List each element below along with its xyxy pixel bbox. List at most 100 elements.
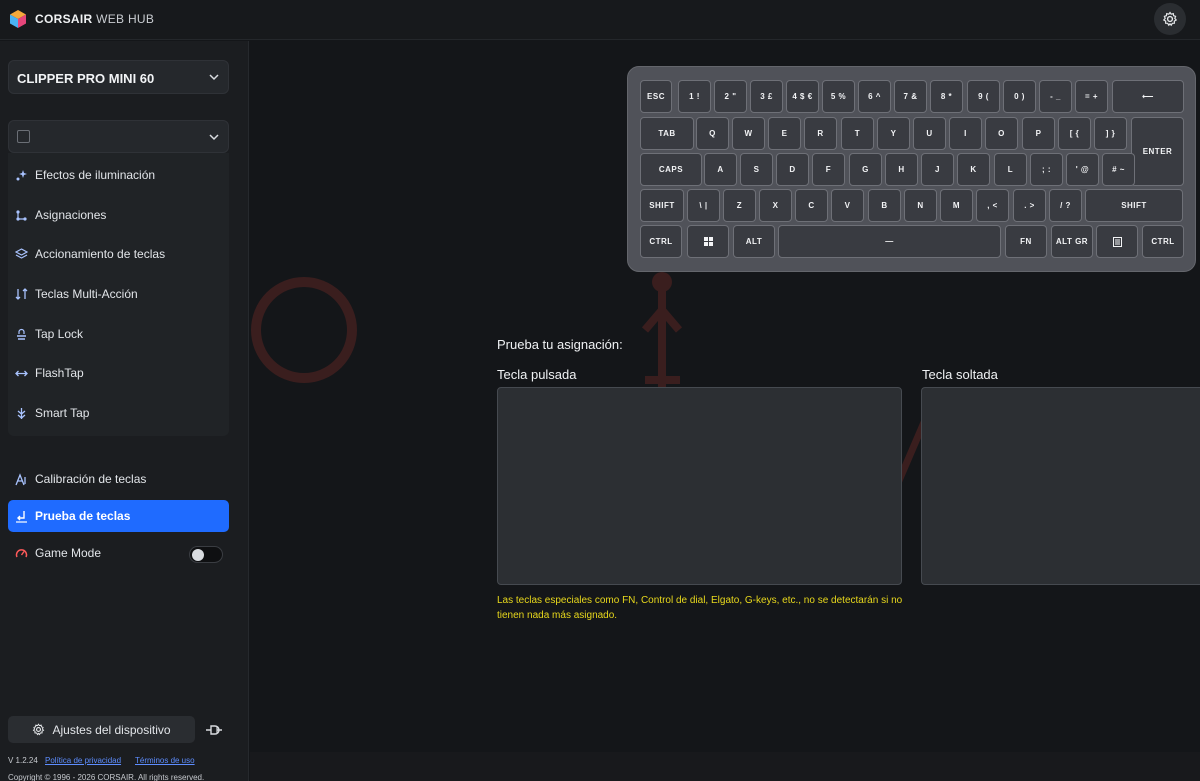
key-j: J	[921, 153, 954, 186]
device-settings-button[interactable]: Ajustes del dispositivo	[8, 716, 195, 743]
menu-item-lighting-effects[interactable]: Efectos de iluminación	[8, 157, 229, 193]
settings-button[interactable]	[1154, 3, 1186, 35]
version-text: V 1.2.24	[8, 756, 38, 765]
key-t: T	[841, 117, 874, 150]
key-esc: ESC	[640, 80, 672, 113]
profile-selector[interactable]	[8, 120, 229, 153]
smart-tap-icon	[17, 407, 26, 419]
key-symbol: - _	[1039, 80, 1072, 113]
key-f: F	[812, 153, 845, 186]
released-key-panel	[921, 387, 1200, 585]
key-symbol: [ {	[1058, 117, 1091, 150]
key-tab: TAB	[640, 117, 694, 150]
menu-item-key-calibration[interactable]: Calibración de teclas	[8, 462, 229, 496]
windows-icon	[703, 237, 713, 246]
key-x: X	[759, 189, 792, 222]
multi-arrow-icon	[15, 287, 28, 300]
privacy-policy-link[interactable]: Política de privacidad	[45, 756, 121, 765]
sidebar: CLIPPER PRO MINI 60 Efectos de iluminaci…	[0, 41, 249, 781]
key-y: Y	[877, 117, 910, 150]
profile-color-swatch	[17, 130, 30, 143]
menu-item-tap-lock[interactable]: Tap Lock	[8, 316, 229, 352]
menu-item-key-actuation[interactable]: Accionamiento de teclas	[8, 236, 229, 272]
key-symbol: / ?	[1049, 189, 1082, 222]
key-7: 7 &	[894, 80, 927, 113]
top-bar: CORSAIR WEB HUB	[0, 0, 1200, 40]
menu-item-smart-tap[interactable]: Smart Tap	[8, 395, 229, 431]
menu-item-multi-action-keys[interactable]: Teclas Multi-Acción	[8, 276, 229, 312]
key-6: 6 ^	[858, 80, 891, 113]
key-alt-gr: ALT GR	[1051, 225, 1093, 258]
key-5: 5 %	[822, 80, 855, 113]
key-p: P	[1022, 117, 1055, 150]
key-symbol: , <	[976, 189, 1009, 222]
key-0: 0 )	[1003, 80, 1036, 113]
connection-plug-icon[interactable]	[204, 722, 224, 738]
key-test-icon	[16, 510, 27, 523]
key-windows	[687, 225, 729, 258]
key-8: 8 *	[930, 80, 963, 113]
gauge-icon	[15, 548, 28, 557]
key-i: I	[949, 117, 982, 150]
key-fn: FN	[1005, 225, 1047, 258]
corsair-logo-icon	[10, 10, 26, 28]
key-symbol: . >	[1013, 189, 1046, 222]
assignments-icon	[16, 209, 27, 221]
device-selector[interactable]: CLIPPER PRO MINI 60	[8, 60, 229, 94]
footer-band	[250, 752, 1200, 781]
game-mode-toggle[interactable]	[189, 546, 223, 563]
released-key-label: Tecla soltada	[922, 367, 998, 382]
key-z: Z	[723, 189, 756, 222]
calibration-icon	[15, 472, 26, 485]
key-o: O	[985, 117, 1018, 150]
pressed-key-label: Tecla pulsada	[497, 367, 577, 382]
key-g: G	[849, 153, 882, 186]
key-symbol: ' @	[1066, 153, 1099, 186]
key-shift: SHIFT	[1085, 189, 1183, 222]
app-title: CORSAIR WEB HUB	[35, 12, 155, 26]
device-name: CLIPPER PRO MINI 60	[17, 71, 155, 86]
key-c: C	[795, 189, 828, 222]
toggle-knob	[192, 549, 204, 561]
sparkle-icon	[16, 169, 27, 180]
feature-menu: Efectos de iluminación Asignaciones Acci…	[8, 153, 229, 436]
key-symbol: ; :	[1030, 153, 1063, 186]
key-d: D	[776, 153, 809, 186]
gear-icon	[33, 723, 45, 736]
key-alt: ALT	[733, 225, 775, 258]
flashtap-icon	[15, 370, 28, 376]
key-1: 1 !	[678, 80, 711, 113]
key-b: B	[868, 189, 901, 222]
key-l: L	[994, 153, 1027, 186]
key-menu	[1096, 225, 1138, 258]
key-k: K	[957, 153, 990, 186]
tap-lock-icon	[17, 328, 26, 340]
key-symbol: = +	[1075, 80, 1108, 113]
gear-icon	[1162, 11, 1178, 27]
key-symbol: ⟵	[1112, 80, 1184, 113]
key-symbol: —	[778, 225, 1001, 258]
key-shift: SHIFT	[640, 189, 684, 222]
pressed-key-panel	[497, 387, 902, 585]
key-n: N	[904, 189, 937, 222]
key-ctrl: CTRL	[640, 225, 682, 258]
key-symbol: # ~	[1102, 153, 1135, 186]
key-3: 3 £	[750, 80, 783, 113]
key-h: H	[885, 153, 918, 186]
chevron-down-icon	[209, 74, 219, 81]
copyright-text: Copyright © 1996 - 2026 CORSAIR. All rig…	[8, 773, 205, 781]
key-u: U	[913, 117, 946, 150]
menu-item-key-test[interactable]: Prueba de teclas	[8, 500, 229, 532]
key-w: W	[732, 117, 765, 150]
test-title: Prueba tu asignación:	[497, 337, 623, 352]
key-s: S	[740, 153, 773, 186]
key-4: 4 $ €	[786, 80, 819, 113]
terms-of-use-link[interactable]: Términos de uso	[135, 756, 195, 765]
key-enter: ENTER	[1131, 117, 1184, 186]
key-symbol: \ |	[687, 189, 720, 222]
menu-item-assignments[interactable]: Asignaciones	[8, 197, 229, 233]
menu-item-flashtap[interactable]: FlashTap	[8, 355, 229, 391]
key-e: E	[768, 117, 801, 150]
key-m: M	[940, 189, 973, 222]
key-9: 9 (	[967, 80, 1000, 113]
